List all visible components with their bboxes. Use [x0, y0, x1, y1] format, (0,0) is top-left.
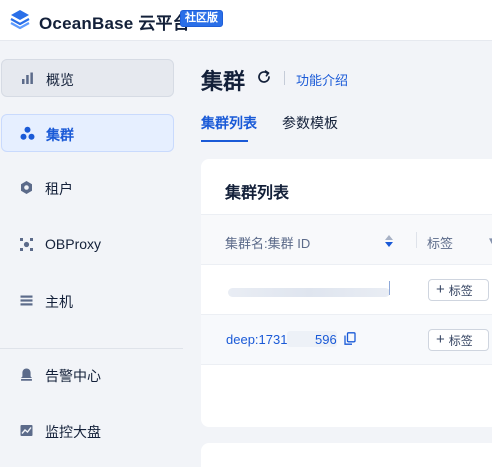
proxy-icon [20, 238, 33, 251]
sort-icon[interactable] [384, 234, 394, 248]
redacted-cluster-name [228, 288, 390, 297]
cluster-id-suffix[interactable]: 596 [315, 332, 337, 347]
cluster-list-card: 集群列表 集群名:集群 ID 标签 ▾ + 标签 deep:1731 596 +… [201, 159, 492, 427]
sidebar-item-tenant[interactable]: 租户 [1, 169, 174, 207]
tenant-hexagon-icon [21, 181, 32, 194]
table-header: 集群名:集群 ID 标签 ▾ [201, 214, 492, 265]
card-title: 集群列表 [225, 185, 290, 202]
sidebar-item-label: 告警中心 [45, 368, 101, 384]
plus-icon: + [436, 331, 445, 348]
cluster-icon [20, 126, 35, 140]
top-bar: OceanBase 云平台 社区版 [0, 0, 492, 41]
edition-badge: 社区版 [180, 10, 223, 27]
add-tag-label: 标签 [448, 333, 473, 348]
active-tab-indicator [201, 140, 248, 142]
page-title: 集群 [201, 69, 246, 94]
sidebar-item-dashboard[interactable]: 监控大盘 [1, 412, 174, 450]
sidebar-item-overview[interactable]: 概览 [1, 59, 174, 97]
table-row[interactable]: + 标签 [201, 265, 492, 315]
sidebar-item-cluster[interactable]: 集群 [1, 114, 174, 152]
sidebar-item-label: 概览 [46, 72, 74, 88]
tab-param-template[interactable]: 参数模板 [282, 113, 338, 133]
host-server-icon [20, 295, 33, 306]
alarm-bell-icon [21, 368, 32, 381]
feature-intro-link[interactable]: 功能介绍 [296, 70, 348, 89]
sidebar-item-obproxy[interactable]: OBProxy [1, 226, 174, 264]
sidebar-divider [0, 348, 183, 349]
oceanbase-logo-icon[interactable] [9, 8, 31, 30]
sidebar-item-label: 租户 [45, 181, 73, 197]
sidebar-item-label: 主机 [45, 294, 73, 310]
sidebar-item-label: 集群 [46, 127, 74, 143]
sidebar-item-host[interactable]: 主机 [1, 282, 174, 320]
tab-cluster-list[interactable]: 集群列表 [201, 113, 257, 133]
sidebar: 概览 集群 租户 OBProxy 主机 告警中心 监控大盘 [0, 41, 183, 467]
plus-icon: + [436, 281, 445, 298]
column-header-cluster-name[interactable]: 集群名:集群 ID [225, 233, 310, 252]
sidebar-item-alarm[interactable]: 告警中心 [1, 356, 174, 394]
secondary-card [201, 443, 492, 467]
redacted-marker [389, 281, 390, 295]
add-tag-button[interactable]: + 标签 [428, 329, 489, 351]
title-separator [284, 71, 285, 85]
copy-icon[interactable] [344, 332, 356, 345]
monitor-chart-icon [20, 425, 33, 436]
sidebar-item-label: OBProxy [45, 236, 102, 252]
table-row[interactable]: deep:1731 596 + 标签 [201, 315, 492, 365]
column-header-tags: 标签 [427, 236, 454, 251]
sidebar-item-label: 监控大盘 [45, 424, 101, 440]
add-tag-button[interactable]: + 标签 [428, 279, 489, 301]
column-separator [416, 232, 417, 248]
refresh-icon[interactable] [256, 69, 272, 85]
app-name[interactable]: OceanBase 云平台 [39, 9, 190, 34]
bar-chart-icon [22, 72, 33, 84]
cluster-name-link[interactable]: deep:1731 [226, 332, 287, 347]
add-tag-label: 标签 [448, 283, 473, 298]
